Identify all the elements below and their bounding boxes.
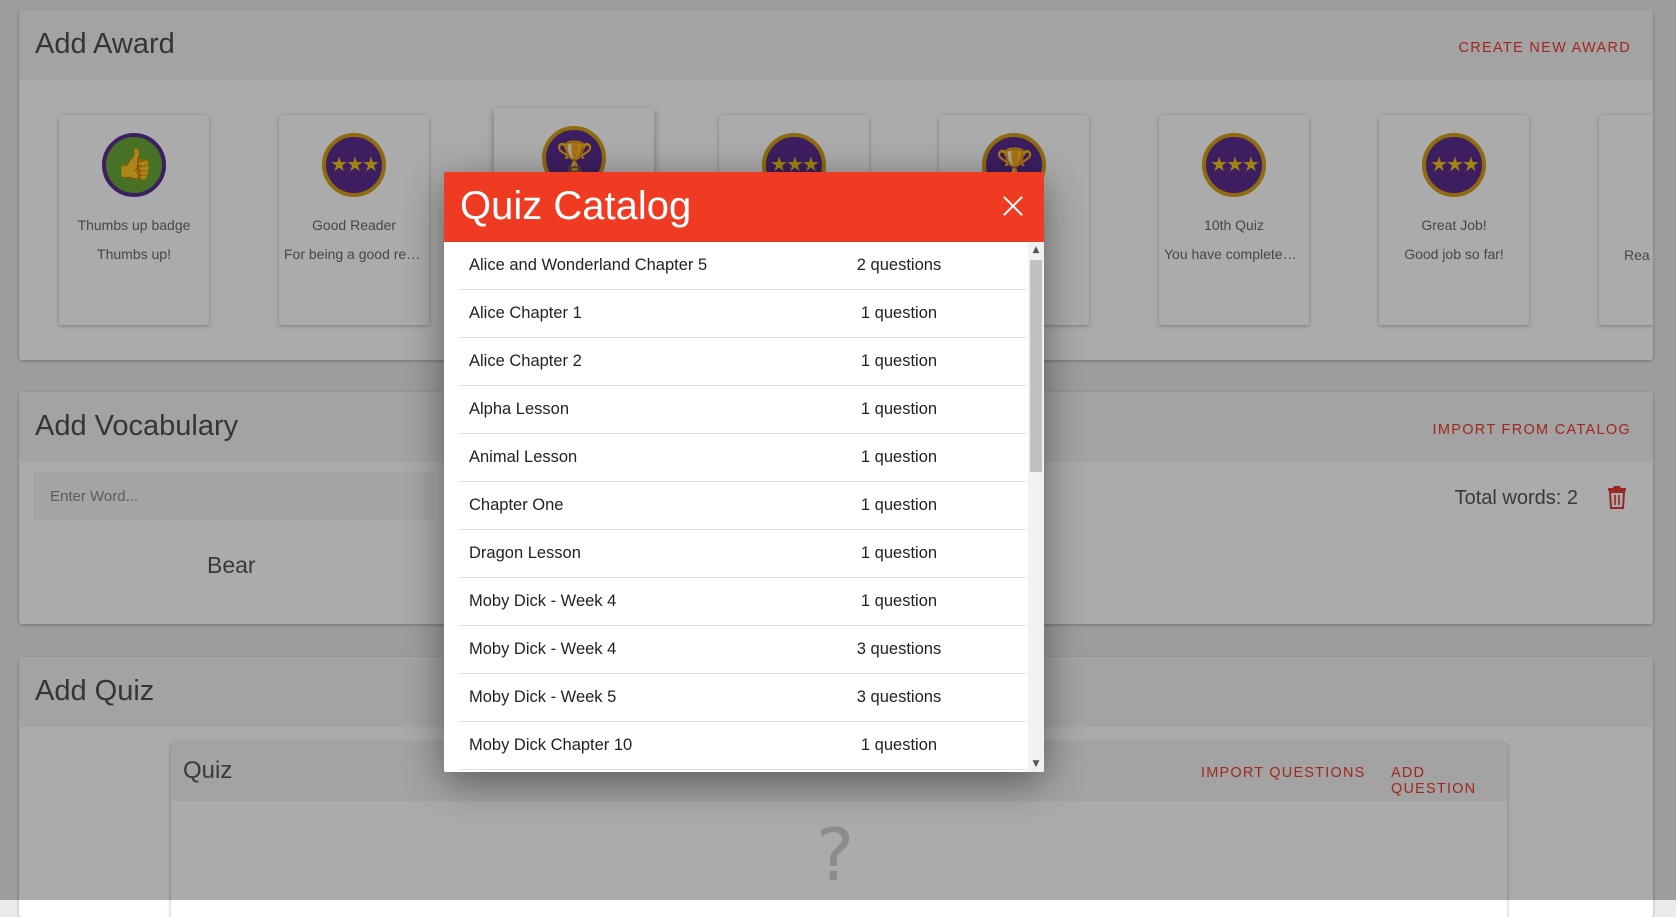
quiz-catalog-row[interactable]: Alice and Wonderland Chapter 5 2 question… [459, 242, 1027, 290]
quiz-catalog-row[interactable]: Chapter One 1 question [459, 482, 1027, 530]
question-count: 2 questions [856, 256, 942, 274]
quiz-catalog-row[interactable]: Moby Dick - Week 4 3 questions [459, 626, 1027, 674]
quiz-catalog-row[interactable]: Animal Lesson 1 question [459, 434, 1027, 482]
quiz-name: Dragon Lesson [469, 544, 581, 562]
scrollbar-thumb[interactable] [1030, 260, 1042, 472]
quiz-name: Alice Chapter 2 [469, 352, 582, 370]
quiz-name: Moby Dick Chapter 10 [469, 736, 633, 754]
quiz-catalog-header: Quiz Catalog [444, 172, 1044, 242]
quiz-catalog-row[interactable]: Alpha Lesson 1 question [459, 386, 1027, 434]
question-count: 1 question [860, 592, 938, 610]
question-count: 1 question [860, 400, 938, 418]
question-count: 1 question [860, 736, 938, 754]
quiz-catalog-row[interactable]: Dragon Lesson 1 question [459, 530, 1027, 578]
quiz-name: Moby Dick - Week 4 [469, 640, 617, 658]
quiz-catalog-row[interactable]: Moby Dick - Week 4 1 question [459, 578, 1027, 626]
quiz-catalog-row[interactable]: Moby Dick - Week 5 3 questions [459, 674, 1027, 722]
quiz-catalog-dialog: Quiz Catalog Alice and Wonderland Chapte… [444, 172, 1044, 772]
question-count: 1 question [860, 496, 938, 514]
quiz-catalog-row[interactable]: Moby Dick Chapter 10 1 question [459, 722, 1027, 770]
question-count: 1 question [860, 304, 938, 322]
close-icon[interactable] [1002, 195, 1024, 217]
scroll-up-arrow-icon[interactable]: ▲ [1028, 242, 1044, 258]
quiz-name: Alice Chapter 1 [469, 304, 582, 322]
quiz-name: Animal Lesson [469, 448, 578, 466]
quiz-catalog-list-container: Alice and Wonderland Chapter 5 2 question… [444, 242, 1044, 772]
question-count: 1 question [860, 352, 938, 370]
quiz-name: Alice and Wonderland Chapter 5 [469, 256, 708, 274]
quiz-catalog-row[interactable]: Alice Chapter 1 1 question [459, 290, 1027, 338]
question-count: 3 questions [856, 640, 942, 658]
question-count: 1 question [860, 448, 938, 466]
quiz-name: Chapter One [469, 496, 564, 514]
quiz-catalog-row[interactable]: Alice Chapter 2 1 question [459, 338, 1027, 386]
scrollbar[interactable]: ▲ ▼ [1028, 242, 1044, 772]
scroll-down-arrow-icon[interactable]: ▼ [1028, 756, 1044, 772]
quiz-name: Alpha Lesson [469, 400, 569, 418]
quiz-catalog-title: Quiz Catalog [460, 184, 692, 228]
question-count: 1 question [860, 544, 938, 562]
quiz-name: Moby Dick - Week 5 [469, 688, 617, 706]
question-count: 3 questions [856, 688, 942, 706]
quiz-name: Moby Dick - Week 4 [469, 592, 617, 610]
quiz-catalog-list: Alice and Wonderland Chapter 5 2 question… [459, 242, 1027, 770]
